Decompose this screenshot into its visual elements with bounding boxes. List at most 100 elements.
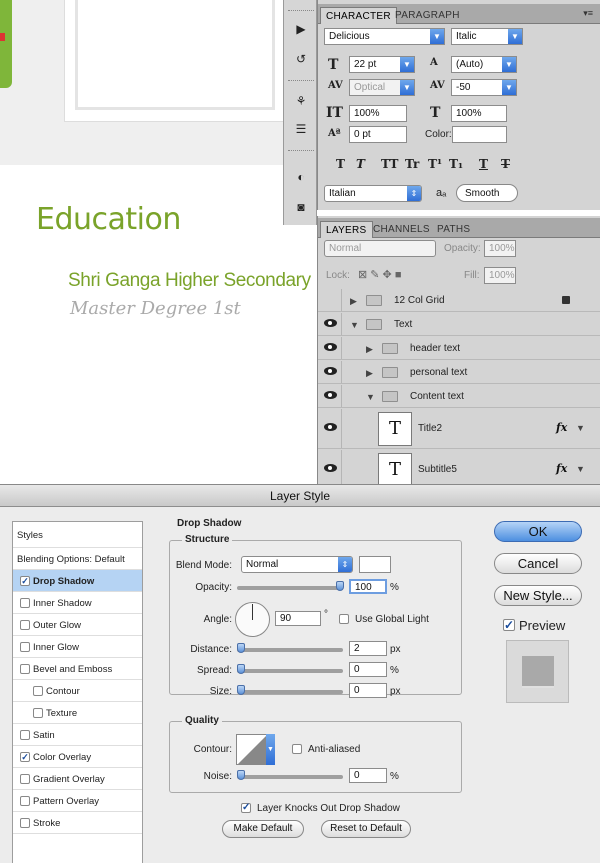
make-default-button[interactable]: Make Default bbox=[222, 820, 304, 838]
style-checkbox[interactable] bbox=[33, 686, 43, 696]
style-item-drop-shadow[interactable]: ✓ Drop Shadow bbox=[13, 570, 142, 592]
angle-dial[interactable] bbox=[235, 602, 270, 637]
opacity-input[interactable]: 100 bbox=[349, 579, 387, 594]
style-checkbox[interactable] bbox=[20, 796, 30, 806]
font-family-select[interactable]: Delicious ▼ bbox=[324, 28, 445, 45]
style-item-color-overlay[interactable]: ✓ Color Overlay bbox=[13, 746, 142, 768]
styles-header[interactable]: Styles bbox=[13, 522, 142, 548]
style-checkbox[interactable] bbox=[20, 598, 30, 608]
history-icon[interactable]: ↺ bbox=[291, 50, 311, 68]
text-color-swatch[interactable] bbox=[452, 126, 507, 143]
chevron-updown-icon[interactable]: ⇕ bbox=[338, 557, 352, 572]
layer-row[interactable]: T Title2 fx ▼ bbox=[318, 409, 600, 449]
ok-button[interactable]: OK bbox=[494, 521, 582, 542]
layer-row[interactable]: ▼ Text bbox=[318, 313, 600, 336]
visibility-toggle[interactable] bbox=[318, 361, 342, 383]
anti-aliased-checkbox[interactable] bbox=[292, 744, 302, 754]
eye-icon[interactable] bbox=[324, 343, 337, 351]
fx-icon[interactable]: fx bbox=[556, 462, 567, 475]
new-style-button[interactable]: New Style... bbox=[494, 585, 582, 606]
layer-knocks-out-checkbox[interactable]: ✓ bbox=[241, 803, 251, 813]
distance-slider[interactable] bbox=[237, 643, 343, 653]
blending-options-item[interactable]: Blending Options: Default bbox=[13, 548, 142, 570]
kerning-field[interactable]: Optical ▼ bbox=[349, 79, 415, 96]
strikethrough-button[interactable]: T bbox=[501, 157, 510, 171]
eye-icon[interactable] bbox=[324, 391, 337, 399]
style-item-inner-glow[interactable]: Inner Glow bbox=[13, 636, 142, 658]
style-item-bevel-and-emboss[interactable]: Bevel and Emboss bbox=[13, 658, 142, 680]
horizontal-scale-field[interactable]: 100% bbox=[451, 105, 507, 122]
tracking-field[interactable]: -50 ▼ bbox=[451, 79, 517, 96]
tab-paragraph[interactable]: PARAGRAPH bbox=[390, 7, 465, 24]
noise-slider-handle[interactable] bbox=[237, 770, 245, 780]
style-checkbox[interactable] bbox=[20, 664, 30, 674]
style-checkbox[interactable]: ✓ bbox=[20, 576, 30, 586]
distance-slider-handle[interactable] bbox=[237, 643, 245, 653]
tab-layers[interactable]: LAYERS bbox=[320, 221, 373, 238]
style-item-satin[interactable]: Satin bbox=[13, 724, 142, 746]
tab-character[interactable]: CHARACTER bbox=[320, 7, 397, 24]
effects-dropdown-icon[interactable]: ▼ bbox=[576, 464, 585, 474]
style-checkbox[interactable] bbox=[33, 708, 43, 718]
size-input[interactable]: 0 bbox=[349, 683, 387, 698]
clone-source-icon[interactable]: ⚘ bbox=[291, 92, 311, 110]
dialog-title[interactable]: Layer Style bbox=[0, 485, 600, 507]
eye-icon[interactable] bbox=[324, 367, 337, 375]
school-name-text[interactable]: Shri Ganga Higher Secondary bbox=[68, 270, 311, 292]
expand-triangle-icon[interactable]: ▶ bbox=[366, 368, 373, 379]
visibility-toggle[interactable] bbox=[318, 337, 342, 359]
lock-icons[interactable]: ⊠ ✎ ✥ ■ bbox=[358, 268, 401, 281]
cancel-button[interactable]: Cancel bbox=[494, 553, 582, 574]
actions-icon[interactable]: ▶ bbox=[291, 20, 311, 38]
collapse-triangle-icon[interactable]: ▼ bbox=[350, 320, 359, 330]
use-global-light-checkbox[interactable] bbox=[339, 614, 349, 624]
chevron-updown-icon[interactable]: ⇕ bbox=[407, 186, 421, 201]
style-checkbox[interactable]: ✓ bbox=[20, 752, 30, 762]
masks-icon[interactable]: ◙ bbox=[291, 198, 311, 216]
layer-opacity-field[interactable]: 100% bbox=[484, 240, 516, 257]
style-checkbox[interactable] bbox=[20, 642, 30, 652]
style-item-stroke[interactable]: Stroke bbox=[13, 812, 142, 834]
leading-field[interactable]: (Auto) ▼ bbox=[451, 56, 517, 73]
preview-checkbox[interactable]: ✓ bbox=[503, 619, 515, 631]
adjustments-icon[interactable]: ◐ bbox=[291, 168, 311, 186]
layer-blend-mode-select[interactable]: Normal bbox=[324, 240, 436, 257]
faux-bold-button[interactable]: T bbox=[336, 157, 345, 171]
degree-text[interactable]: Master Degree 1st bbox=[70, 298, 241, 319]
style-item-inner-shadow[interactable]: Inner Shadow bbox=[13, 592, 142, 614]
opacity-slider-handle[interactable] bbox=[336, 581, 344, 591]
angle-input[interactable]: 90 bbox=[275, 611, 321, 626]
layer-row[interactable]: ▶ 12 Col Grid bbox=[318, 289, 600, 312]
education-heading[interactable]: Education bbox=[36, 202, 181, 237]
visibility-toggle[interactable] bbox=[318, 385, 342, 407]
style-item-gradient-overlay[interactable]: Gradient Overlay bbox=[13, 768, 142, 790]
chevron-down-icon[interactable]: ▼ bbox=[502, 80, 516, 95]
contour-preview[interactable] bbox=[236, 734, 267, 765]
style-item-pattern-overlay[interactable]: Pattern Overlay bbox=[13, 790, 142, 812]
visibility-toggle[interactable] bbox=[318, 409, 342, 448]
eye-icon[interactable] bbox=[324, 423, 337, 431]
blend-mode-select[interactable]: Normal ⇕ bbox=[241, 556, 353, 573]
eye-icon[interactable] bbox=[324, 464, 337, 472]
reset-to-default-button[interactable]: Reset to Default bbox=[321, 820, 411, 838]
tool-presets-icon[interactable]: ☰ bbox=[291, 120, 311, 138]
expand-triangle-icon[interactable]: ▶ bbox=[350, 296, 357, 307]
style-checkbox[interactable] bbox=[20, 620, 30, 630]
spread-input[interactable]: 0 bbox=[349, 662, 387, 677]
chevron-down-icon[interactable]: ▼ bbox=[508, 29, 522, 44]
panel-menu-icon[interactable]: ▾≡ bbox=[583, 8, 593, 19]
chevron-down-icon[interactable]: ▼ bbox=[266, 734, 275, 765]
layer-fill-field[interactable]: 100% bbox=[484, 267, 516, 284]
size-slider[interactable] bbox=[237, 685, 343, 695]
fx-icon[interactable]: fx bbox=[556, 421, 567, 434]
spread-slider[interactable] bbox=[237, 664, 343, 674]
all-caps-button[interactable]: TT bbox=[381, 157, 398, 171]
chevron-down-icon[interactable]: ▼ bbox=[400, 57, 414, 72]
visibility-toggle-off[interactable] bbox=[318, 289, 342, 311]
layer-row[interactable]: ▼ Content text bbox=[318, 385, 600, 408]
effects-dropdown-icon[interactable]: ▼ bbox=[576, 423, 585, 433]
underline-button[interactable]: T bbox=[479, 157, 488, 171]
spread-slider-handle[interactable] bbox=[237, 664, 245, 674]
font-size-field[interactable]: 22 pt ▼ bbox=[349, 56, 415, 73]
noise-slider[interactable] bbox=[237, 770, 343, 780]
